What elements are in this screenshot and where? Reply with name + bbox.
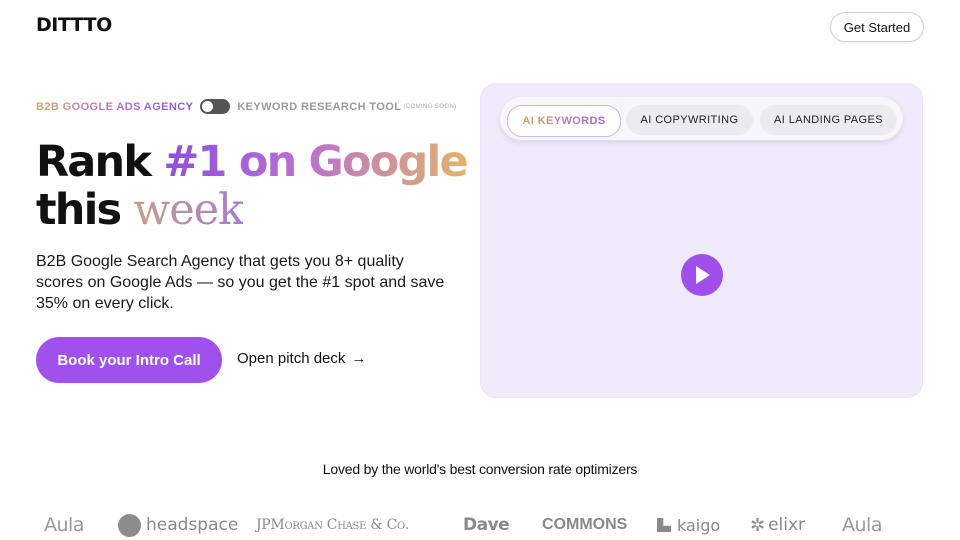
brand-logo-dave-text: Dave xyxy=(463,515,510,535)
service-toggle-switch[interactable] xyxy=(200,99,231,114)
tab-ai-landing-pages[interactable]: AI LANDING PAGES xyxy=(760,105,897,135)
brand-logo-kaigo: kaigo xyxy=(657,511,720,539)
brand-logo-aula-2-text: Aula xyxy=(842,514,882,536)
brand-logo-jpmorgan-text: JPMorgan Chase & Co. xyxy=(256,517,410,533)
tab-ai-keywords[interactable]: AI KEYWORDS xyxy=(507,105,621,137)
tab-ai-keywords-label: AI KEYWORDS xyxy=(522,115,606,127)
elixr-mark-icon: ✲ xyxy=(750,514,766,535)
hero-title: Rank #1 on Google this week xyxy=(36,137,469,235)
brand-logo-elixr-text: elixr xyxy=(768,515,806,535)
play-icon xyxy=(696,266,710,284)
brand-logo-aula-2: Aula xyxy=(842,511,882,539)
client-logo-strip: Aula headspace JPMorgan Chase & Co. Dave… xyxy=(0,511,960,539)
pitch-deck-label: Open pitch deck xyxy=(237,350,346,367)
brand-logo-aula-text: Aula xyxy=(44,514,84,536)
coming-soon-badge: (COMING SOON) xyxy=(403,103,457,110)
brand-logo-elixr: ✲ elixr xyxy=(750,511,805,539)
hero-description: B2B Google Search Agency that gets you 8… xyxy=(36,253,445,312)
brand-logo-commons-text: COMMONS xyxy=(542,516,628,533)
tab-ai-copywriting[interactable]: AI COPYWRITING xyxy=(626,105,753,135)
brand-logo-headspace: headspace xyxy=(118,511,238,539)
brand-logo-headspace-text: headspace xyxy=(146,515,239,535)
site-logo[interactable]: DITTTO xyxy=(36,14,112,36)
get-started-button[interactable]: Get Started xyxy=(830,12,924,42)
play-button[interactable] xyxy=(681,254,723,296)
hero-title-serif: week xyxy=(133,185,244,235)
brand-logo-commons: COMMONS xyxy=(542,511,627,539)
hero-title-part2: this xyxy=(36,185,134,235)
headspace-dot-icon xyxy=(118,513,141,537)
open-pitch-deck-link[interactable]: Open pitch deck → xyxy=(237,350,366,367)
keyword-tool-label[interactable]: KEYWORD RESEARCH TOOL xyxy=(237,101,401,113)
hero-title-part1: Rank xyxy=(36,137,164,187)
brand-logo-dave: Dave xyxy=(463,511,510,539)
book-intro-call-button[interactable]: Book your Intro Call xyxy=(36,337,222,383)
hero-title-highlight: #1 on Google xyxy=(163,137,468,187)
toggle-knob xyxy=(202,101,214,112)
arrow-right-icon: → xyxy=(351,350,367,367)
service-toggle-row: B2B GOOGLE ADS AGENCY KEYWORD RESEARCH T… xyxy=(36,99,457,114)
brand-logo-aula: Aula xyxy=(44,511,84,539)
brand-logo-jpmorgan: JPMorgan Chase & Co. xyxy=(256,511,409,539)
agency-label[interactable]: B2B GOOGLE ADS AGENCY xyxy=(36,101,193,113)
kaigo-mark-icon xyxy=(657,518,671,532)
brand-logo-kaigo-text: kaigo xyxy=(677,515,721,535)
social-proof-heading: Loved by the world's best conversion rat… xyxy=(322,461,638,477)
